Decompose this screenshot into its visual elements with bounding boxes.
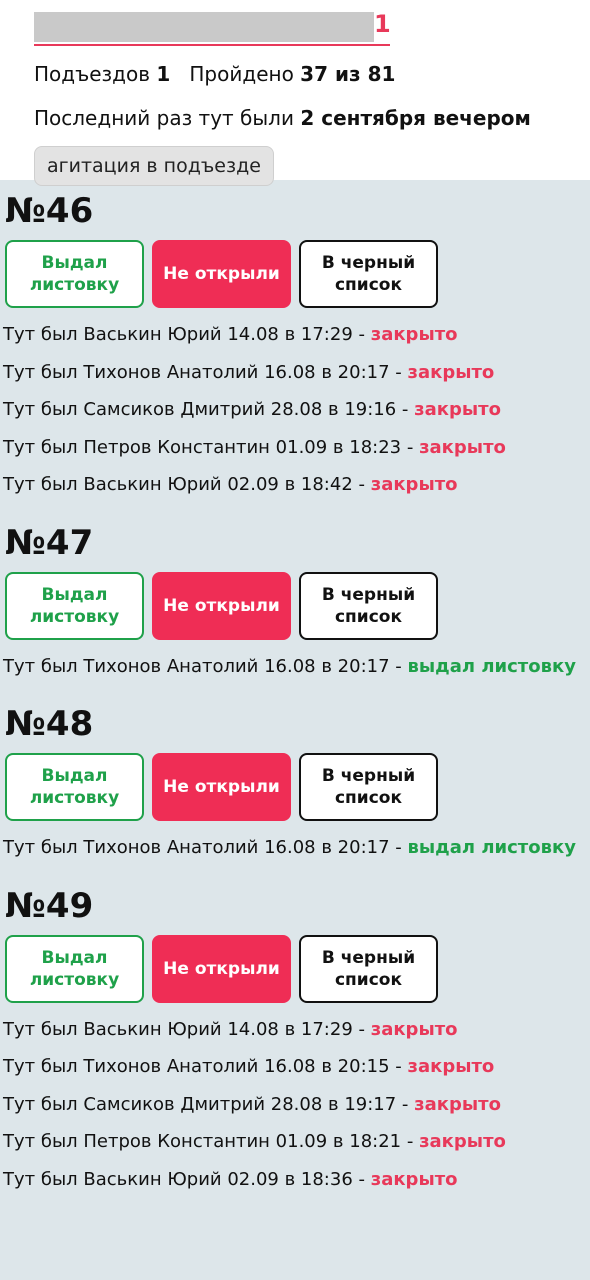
- address-redacted: [34, 12, 374, 42]
- visit-status: закрыто: [370, 1018, 458, 1040]
- agitation-chip[interactable]: агитация в подъезде: [34, 146, 274, 186]
- flat-actions: Выдал листовку Не открыли В черный список: [5, 753, 590, 821]
- visit-row: Тут был Самсиков Дмитрий 28.08 в 19:17 -…: [3, 1094, 590, 1132]
- leaflet-button[interactable]: Выдал листовку: [5, 571, 144, 640]
- visit-text: Тут был Васькин Юрий 14.08 в 17:29 -: [3, 324, 365, 345]
- address-row: 1: [34, 10, 590, 48]
- not-opened-button[interactable]: Не открыли: [152, 571, 291, 640]
- not-opened-button[interactable]: Не открыли: [152, 240, 291, 308]
- visit-row: Тут был Самсиков Дмитрий 28.08 в 19:16 -…: [3, 399, 590, 437]
- visit-row: Тут был Петров Константин 01.09 в 18:21 …: [3, 1131, 590, 1169]
- visit-list: Тут был Васькин Юрий 14.08 в 17:29 - зак…: [3, 324, 590, 512]
- header: 1 Подъездов 1 Пройдено 37 из 81 Последни…: [0, 0, 590, 186]
- visit-text: Тут был Тихонов Анатолий 16.08 в 20:15 -: [3, 1056, 402, 1077]
- visit-status: закрыто: [419, 1131, 506, 1152]
- visit-text: Тут был Самсиков Дмитрий 28.08 в 19:16 -: [3, 399, 409, 420]
- visit-row: Тут был Тихонов Анатолий 16.08 в 20:17 -…: [3, 837, 590, 875]
- flat-number: №49: [5, 885, 94, 926]
- visit-status: закрыто: [370, 1168, 458, 1190]
- visit-row: Тут был Васькин Юрий 02.09 в 18:36 - зак…: [3, 1169, 590, 1207]
- last-visit-label: Последний раз тут были: [34, 106, 294, 130]
- visit-row: Тут был Тихонов Анатолий 16.08 в 20:17 -…: [3, 656, 590, 694]
- visit-text: Тут был Тихонов Анатолий 16.08 в 20:17 -: [3, 361, 402, 383]
- visit-text: Тут был Васькин Юрий 02.09 в 18:42 -: [3, 474, 365, 495]
- visit-row: Тут был Васькин Юрий 02.09 в 18:42 - зак…: [3, 474, 590, 512]
- visit-status: выдал листовку: [407, 837, 576, 858]
- flats-list: №46 Выдал листовку Не открыли В черный спис…: [0, 188, 590, 1206]
- visit-row: Тут был Тихонов Анатолий 16.08 в 20:15 -…: [3, 1056, 590, 1094]
- stats-line: Подъездов 1 Пройдено 37 из 81: [34, 62, 590, 86]
- flat-actions: Выдал листовку Не открыли В черный список: [5, 571, 590, 640]
- blacklist-button[interactable]: В черный список: [299, 571, 438, 640]
- flat-actions: Выдал листовку Не открыли В черный список: [5, 240, 590, 308]
- visit-text: Тут был Васькин Юрий 14.08 в 17:29 -: [3, 1018, 365, 1040]
- visit-status: закрыто: [407, 1056, 495, 1077]
- blacklist-button[interactable]: В черный список: [299, 934, 438, 1003]
- not-opened-button[interactable]: Не открыли: [152, 934, 291, 1003]
- visit-text: Тут был Самсиков Дмитрий 28.08 в 19:17 -: [3, 1093, 409, 1115]
- passed-label: Пройдено: [189, 62, 294, 86]
- visit-list: Тут был Тихонов Анатолий 16.08 в 20:17 -…: [3, 656, 590, 694]
- visit-row: Тут был Петров Константин 01.09 в 18:23 …: [3, 437, 590, 475]
- entrances-value: 1: [156, 62, 171, 86]
- flat-number: №47: [5, 522, 94, 563]
- blacklist-button[interactable]: В черный список: [299, 753, 438, 821]
- last-visit-line: Последний раз тут были 2 сентября вечеро…: [34, 106, 590, 130]
- visit-status: выдал листовку: [407, 655, 576, 677]
- visit-row: Тут был Васькин Юрий 14.08 в 17:29 - зак…: [3, 324, 590, 362]
- visit-row: Тут был Тихонов Анатолий 16.08 в 20:17 -…: [3, 362, 590, 400]
- leaflet-button[interactable]: Выдал листовку: [5, 240, 144, 308]
- visit-status: закрыто: [370, 474, 458, 495]
- flat-number: №48: [5, 704, 94, 744]
- visit-status: закрыто: [370, 324, 458, 345]
- visit-text: Тут был Тихонов Анатолий 16.08 в 20:17 -: [3, 837, 402, 858]
- visit-text: Тут был Петров Константин 01.09 в 18:21 …: [3, 1131, 414, 1152]
- address-underline: [34, 44, 390, 46]
- flat-actions: Выдал листовку Не открыли В черный список: [5, 934, 590, 1003]
- blacklist-button[interactable]: В черный список: [299, 240, 438, 308]
- visit-text: Тут был Петров Константин 01.09 в 18:23 …: [3, 436, 414, 458]
- flat-block: №47 Выдал листовку Не открыли В черный спис…: [3, 520, 590, 694]
- visit-status: закрыто: [414, 1093, 501, 1115]
- visit-list: Тут был Васькин Юрий 14.08 в 17:29 - зак…: [3, 1019, 590, 1207]
- flat-block: №46 Выдал листовку Не открыли В черный спис…: [3, 188, 590, 512]
- visit-status: закрыто: [414, 399, 501, 420]
- flat-number: №46: [5, 191, 94, 231]
- entrances-label: Подъездов: [34, 62, 151, 86]
- visit-text: Тут был Тихонов Анатолий 16.08 в 20:17 -: [3, 655, 402, 677]
- address-number[interactable]: 1: [374, 10, 391, 38]
- leaflet-button[interactable]: Выдал листовку: [5, 753, 144, 821]
- flat-block: №48 Выдал листовку Не открыли В черный спис…: [3, 701, 590, 875]
- visit-status: закрыто: [407, 361, 495, 383]
- flat-block: №49 Выдал листовку Не открыли В черный спис…: [3, 883, 590, 1207]
- visit-status: закрыто: [419, 436, 506, 458]
- visit-list: Тут был Тихонов Анатолий 16.08 в 20:17 -…: [3, 837, 590, 875]
- not-opened-button[interactable]: Не открыли: [152, 753, 291, 821]
- last-visit-value: 2 сентября вечером: [300, 106, 531, 130]
- leaflet-button[interactable]: Выдал листовку: [5, 934, 144, 1003]
- visit-row: Тут был Васькин Юрий 14.08 в 17:29 - зак…: [3, 1019, 590, 1057]
- visit-text: Тут был Васькин Юрий 02.09 в 18:36 -: [3, 1168, 365, 1190]
- passed-value: 37 из 81: [300, 62, 396, 86]
